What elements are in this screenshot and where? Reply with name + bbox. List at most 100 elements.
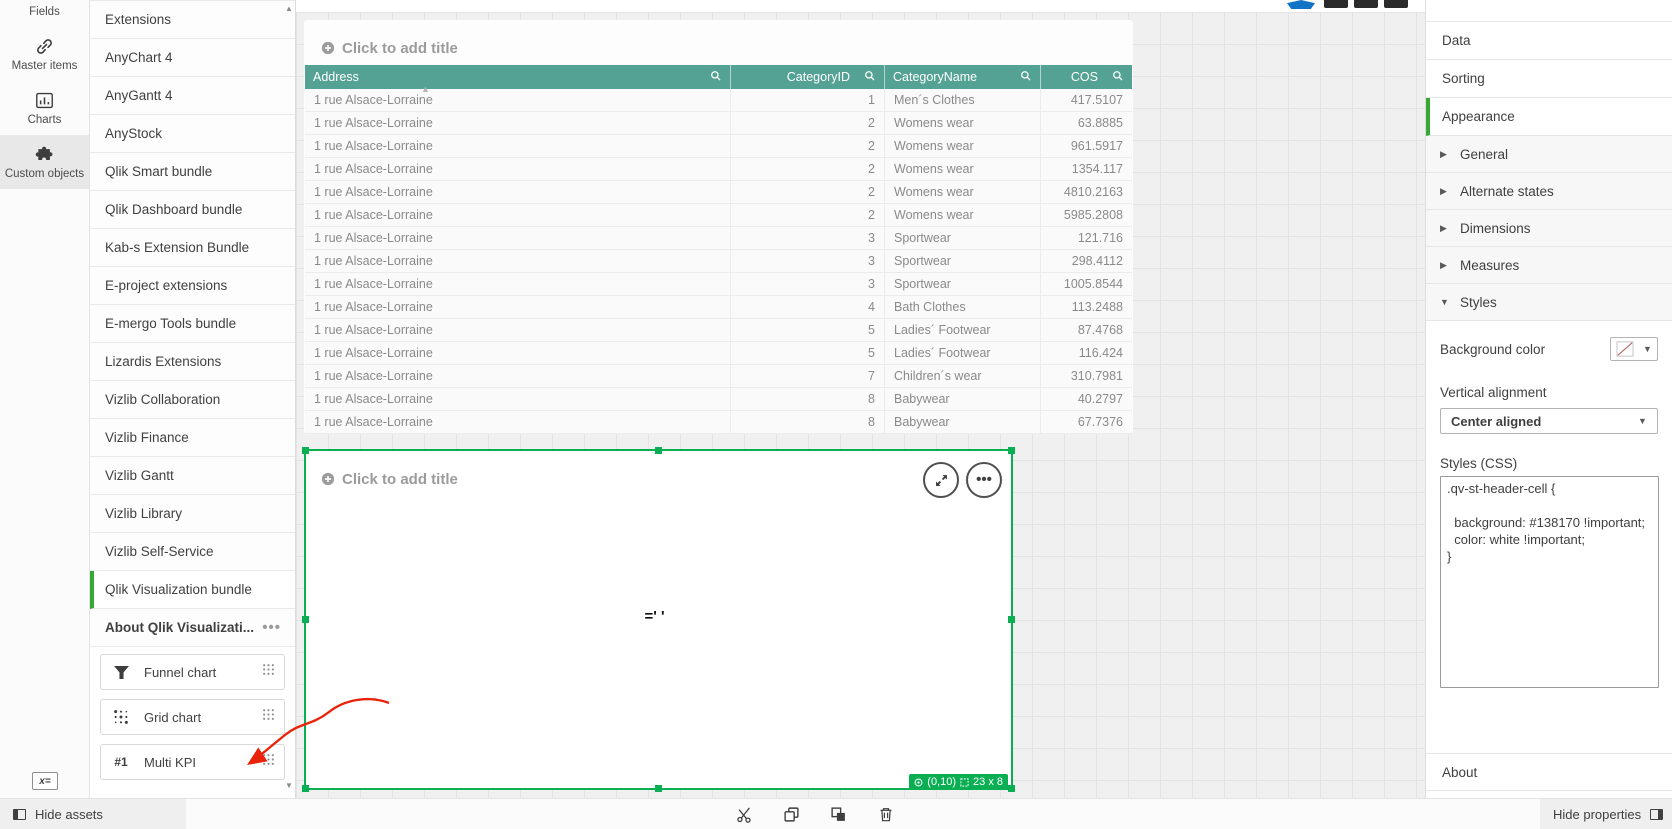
- assets-item[interactable]: E-mergo Tools bundle: [90, 305, 295, 343]
- cut-button[interactable]: [736, 806, 753, 828]
- variables-button[interactable]: x=: [32, 772, 58, 790]
- search-icon[interactable]: [710, 70, 722, 82]
- assets-item[interactable]: About Qlik Visualizati... •••: [90, 609, 295, 647]
- more-options-button[interactable]: •••: [966, 462, 1002, 498]
- table-row[interactable]: 1 rue Alsace-Lorraine 3 Sportwear 121.716: [305, 227, 1132, 250]
- assets-item[interactable]: Vizlib Library: [90, 495, 295, 533]
- paste-button[interactable]: [830, 806, 847, 828]
- toolbar-button-remnant[interactable]: [1324, 0, 1348, 8]
- drag-handle[interactable]: [262, 663, 275, 681]
- scroll-up-icon[interactable]: ▲: [284, 4, 294, 13]
- drag-handle[interactable]: [262, 753, 275, 771]
- table-row[interactable]: 1 rue Alsace-Lorraine 7 Children´s wear 310…: [305, 365, 1132, 388]
- column-header-categoryname[interactable]: CategoryName: [885, 65, 1041, 89]
- accordion-measures[interactable]: ▶ Measures: [1426, 247, 1672, 284]
- search-icon[interactable]: [1020, 70, 1032, 82]
- assets-item[interactable]: Qlik Dashboard bundle: [90, 191, 295, 229]
- props-section-appearance[interactable]: Appearance: [1426, 98, 1672, 136]
- assets-item[interactable]: AnyChart 4: [90, 39, 295, 77]
- table-cell: 3: [731, 227, 885, 249]
- table-row[interactable]: 1 rue Alsace-Lorraine 2 Womens wear 63.8885: [305, 112, 1132, 135]
- assets-item[interactable]: Kab-s Extension Bundle: [90, 229, 295, 267]
- assets-item[interactable]: AnyGantt 4: [90, 77, 295, 115]
- table-row[interactable]: 1 rue Alsace-Lorraine 3 Sportwear 298.4112: [305, 250, 1132, 273]
- about-section[interactable]: About: [1426, 753, 1672, 791]
- fullscreen-button[interactable]: [923, 462, 959, 498]
- table-row[interactable]: 1 rue Alsace-Lorraine 2 Womens wear 5985.28…: [305, 204, 1132, 227]
- resize-handle[interactable]: [1008, 447, 1015, 454]
- assets-item[interactable]: Vizlib Self-Service: [90, 533, 295, 571]
- assets-item[interactable]: AnyStock: [90, 115, 295, 153]
- resize-handle[interactable]: [302, 785, 309, 792]
- assets-item[interactable]: Lizardis Extensions: [90, 343, 295, 381]
- chart-item-multi-kpi[interactable]: #1 Multi KPI: [100, 744, 285, 780]
- chart-item-label: Grid chart: [144, 709, 202, 725]
- accordion-alternate-states[interactable]: ▶ Alternate states: [1426, 173, 1672, 210]
- vertical-alignment-select[interactable]: Center aligned ▼: [1440, 408, 1658, 434]
- table-row[interactable]: 1 rue Alsace-Lorraine 8 Babywear 67.7376: [305, 411, 1132, 434]
- delete-button[interactable]: [878, 806, 894, 828]
- assets-item[interactable]: E-project extensions: [90, 267, 295, 305]
- resize-handle[interactable]: [302, 447, 309, 454]
- styles-css-textarea[interactable]: .qv-st-header-cell { background: #138170…: [1440, 476, 1659, 688]
- resize-handle[interactable]: [654, 785, 662, 792]
- toolbar-button-remnant[interactable]: [1354, 0, 1378, 8]
- assets-item[interactable]: Vizlib Collaboration: [90, 381, 295, 419]
- rail-item-fields[interactable]: Fields: [0, 0, 89, 27]
- drag-handle[interactable]: [262, 708, 275, 726]
- scroll-down-icon[interactable]: ▼: [284, 781, 294, 790]
- table-row[interactable]: 1 rue Alsace-Lorraine 3 Sportwear 1005.8544: [305, 273, 1132, 296]
- chart-item-funnel-chart[interactable]: Funnel chart: [100, 654, 285, 690]
- props-section-sorting[interactable]: Sorting: [1426, 60, 1672, 98]
- assets-item[interactable]: Qlik Visualization bundle: [90, 571, 295, 609]
- hide-properties-button[interactable]: Hide properties: [1540, 799, 1672, 829]
- props-section-data[interactable]: Data: [1426, 22, 1672, 60]
- column-header-categoryid[interactable]: CategoryID: [731, 65, 885, 89]
- rail-item-charts[interactable]: Charts: [0, 81, 89, 135]
- table-row[interactable]: 1 rue Alsace-Lorraine 5 Ladies´ Footwear 87…: [305, 319, 1132, 342]
- table-row[interactable]: 1 rue Alsace-Lorraine 2 Womens wear 1354.11…: [305, 158, 1132, 181]
- chart-item-grid-chart[interactable]: Grid chart: [100, 699, 285, 735]
- table-row[interactable]: 1 rue Alsace-Lorraine 4 Bath Clothes 113.24…: [305, 296, 1132, 319]
- more-menu-icon[interactable]: •••: [262, 619, 281, 636]
- table-cell: 1 rue Alsace-Lorraine: [305, 158, 731, 180]
- assets-item[interactable]: Qlik Smart bundle: [90, 153, 295, 191]
- accordion-styles[interactable]: ▼ Styles: [1426, 284, 1672, 321]
- circle-plus-icon: [321, 41, 335, 55]
- search-icon[interactable]: [864, 70, 876, 82]
- drag-handle-icon[interactable]: [262, 753, 275, 766]
- column-header-address[interactable]: Address: [305, 65, 731, 89]
- caret-down-icon: ▼: [1440, 297, 1449, 307]
- assets-scrollbar[interactable]: ▲ ▼: [284, 1, 295, 798]
- accordion-dimensions[interactable]: ▶ Dimensions: [1426, 210, 1672, 247]
- hide-assets-button[interactable]: Hide assets: [0, 799, 186, 829]
- background-color-picker[interactable]: ▼: [1610, 337, 1658, 361]
- appearance-accordion: ▶ General ▶ Alternate states ▶ Dimensions ▶ Mea…: [1426, 136, 1672, 321]
- table-row[interactable]: 1 rue Alsace-Lorraine 8 Babywear 40.2797: [305, 388, 1132, 411]
- table-cell: Ladies´ Footwear: [885, 319, 1041, 341]
- object-title-placeholder[interactable]: Click to add title: [306, 451, 1011, 495]
- resize-handle[interactable]: [1008, 615, 1015, 623]
- straight-table-object[interactable]: Click to add title Address CategoryID Cate…: [304, 20, 1133, 434]
- resize-handle[interactable]: [654, 447, 662, 454]
- drag-handle-icon[interactable]: [262, 708, 275, 721]
- table-row[interactable]: 1 rue Alsace-Lorraine 2 Womens wear 4810.21…: [305, 181, 1132, 204]
- assets-item[interactable]: Vizlib Gantt: [90, 457, 295, 495]
- resize-handle[interactable]: [1008, 785, 1015, 792]
- search-icon[interactable]: [1112, 70, 1124, 82]
- table-row[interactable]: 1 rue Alsace-Lorraine 2 Womens wear 961.591…: [305, 135, 1132, 158]
- toolbar-button-remnant[interactable]: [1384, 0, 1408, 8]
- assets-item[interactable]: Extensions: [90, 1, 295, 39]
- column-header-cos[interactable]: COS: [1041, 65, 1132, 89]
- assets-item[interactable]: Vizlib Finance: [90, 419, 295, 457]
- drag-handle-icon[interactable]: [262, 663, 275, 676]
- accordion-general[interactable]: ▶ General: [1426, 136, 1672, 173]
- rail-item-custom-objects[interactable]: Custom objects: [0, 135, 89, 189]
- selected-object[interactable]: Click to add title ••• =' ' (0,10) 23 x …: [302, 447, 1015, 792]
- table-row[interactable]: 1 rue Alsace-Lorraine 5 Ladies´ Footwear 11…: [305, 342, 1132, 365]
- copy-button[interactable]: [783, 806, 800, 828]
- resize-handle[interactable]: [302, 615, 309, 623]
- rail-item-master-items[interactable]: Master items: [0, 27, 89, 81]
- table-title-placeholder[interactable]: Click to add title: [304, 20, 1133, 64]
- table-cell: 4810.2163: [1063, 185, 1123, 199]
